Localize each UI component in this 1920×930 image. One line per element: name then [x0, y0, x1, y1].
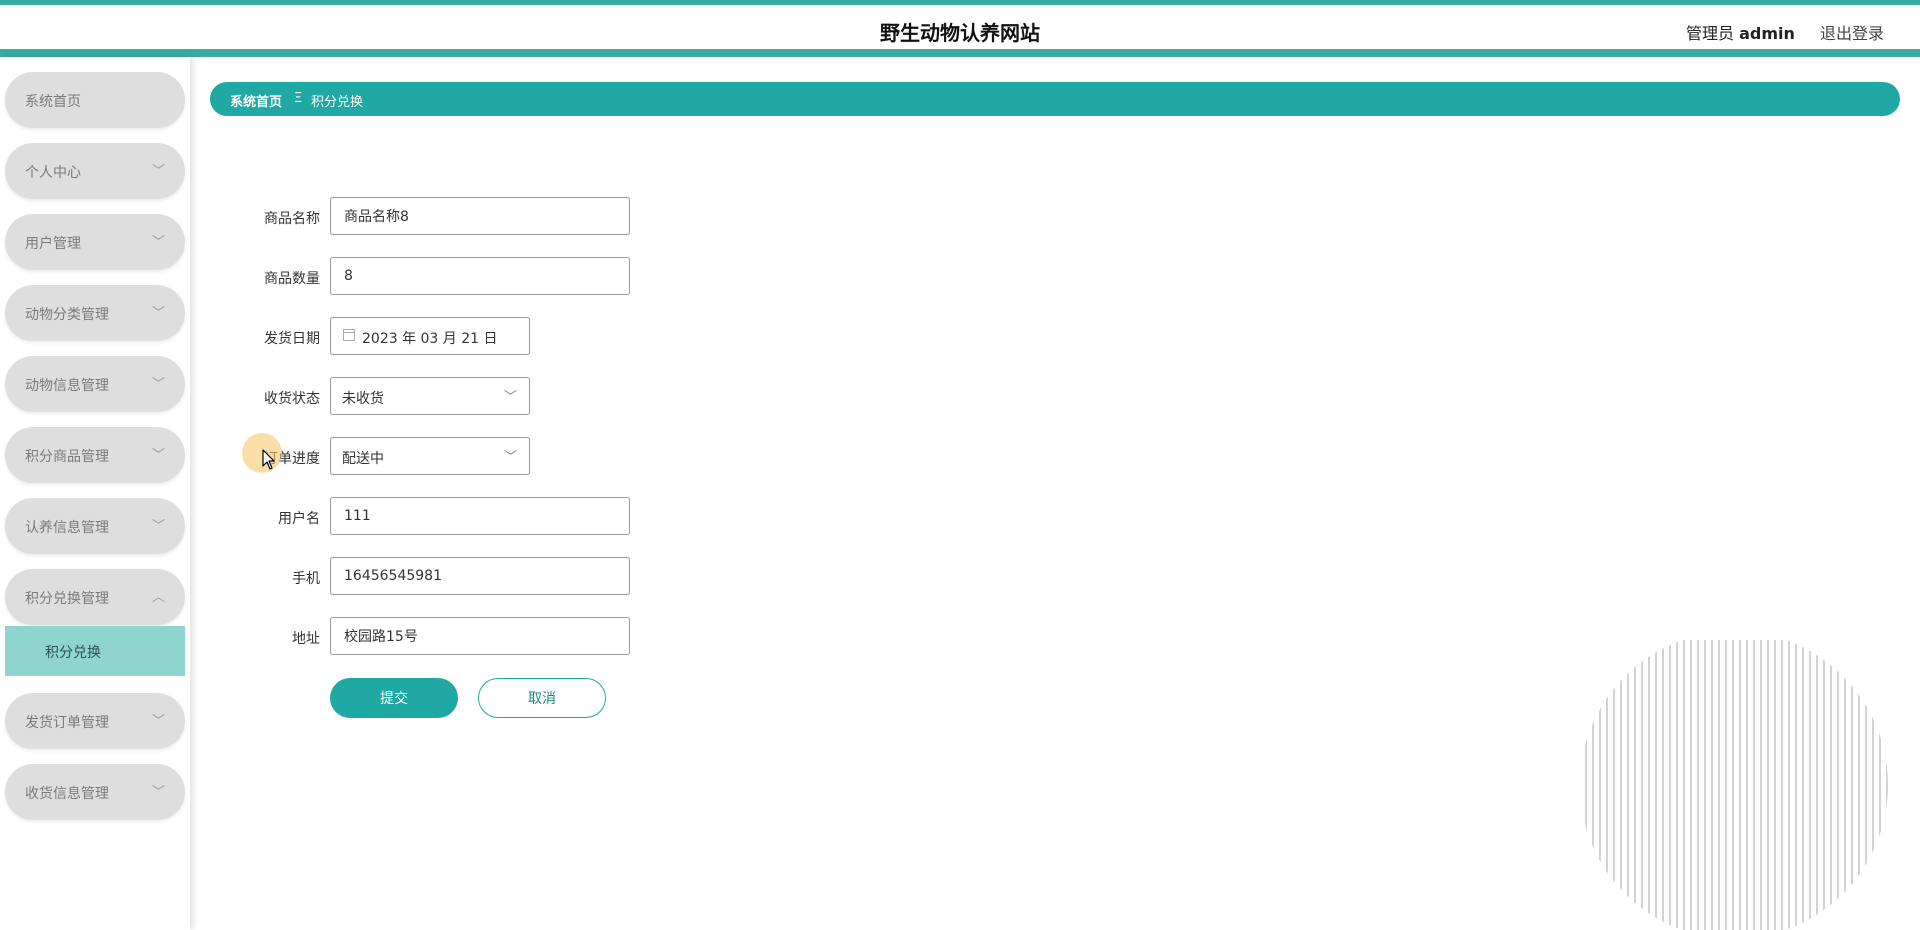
- username-field[interactable]: [330, 497, 630, 535]
- receive-status-label: 收货状态: [264, 391, 320, 407]
- address-input[interactable]: [331, 618, 629, 654]
- ship-date-value: 2023 年 03 月 21 日: [362, 331, 498, 347]
- sidebar-item-label: 用户管理: [25, 236, 81, 252]
- phone-field[interactable]: [330, 557, 630, 595]
- header-bottom-stripe: [0, 49, 1920, 57]
- sidebar-item-label: 系统首页: [25, 94, 81, 110]
- order-progress-select[interactable]: 配送中 ﹀: [330, 437, 530, 475]
- receive-status-value: 未收货: [342, 391, 384, 407]
- sidebar-item-label: 积分商品管理: [25, 449, 109, 465]
- product-name-input[interactable]: [331, 198, 629, 234]
- cancel-button[interactable]: 取消: [478, 678, 606, 718]
- user-name: admin: [1739, 24, 1795, 43]
- breadcrumb-home[interactable]: 系统首页: [230, 91, 282, 110]
- sidebar-subitem-label: 积分兑换: [45, 645, 101, 661]
- quantity-input[interactable]: [331, 258, 629, 294]
- order-progress-value: 配送中: [342, 451, 384, 467]
- breadcrumb: 系统首页 Ξ 积分兑换: [210, 82, 1900, 116]
- receive-status-select[interactable]: 未收货 ﹀: [330, 377, 530, 415]
- sidebar-item-user-management[interactable]: 用户管理 ﹀: [5, 214, 185, 270]
- chevron-down-icon: ﹀: [151, 448, 165, 463]
- chevron-down-icon: ﹀: [151, 377, 165, 392]
- address-field[interactable]: [330, 617, 630, 655]
- sidebar-item-label: 积分兑换管理: [25, 591, 109, 607]
- sidebar-item-points-products[interactable]: 积分商品管理 ﹀: [5, 427, 185, 483]
- sidebar-item-receipt-info[interactable]: 收货信息管理 ﹀: [5, 764, 185, 820]
- sidebar-item-animal-category[interactable]: 动物分类管理 ﹀: [5, 285, 185, 341]
- product-name-field[interactable]: [330, 197, 630, 235]
- sidebar-subitem-points-exchange[interactable]: 积分兑换: [5, 626, 185, 676]
- chevron-down-icon: ﹀: [503, 390, 517, 405]
- sidebar-item-label: 动物信息管理: [25, 378, 109, 394]
- chevron-down-icon: ﹀: [151, 306, 165, 321]
- submit-button[interactable]: 提交: [330, 678, 458, 718]
- quantity-field[interactable]: [330, 257, 630, 295]
- address-label: 地址: [292, 631, 320, 647]
- chevron-up-icon: ︿: [151, 590, 165, 605]
- sidebar-item-label: 发货订单管理: [25, 715, 109, 731]
- chevron-down-icon: ﹀: [151, 785, 165, 800]
- sidebar-item-points-exchange[interactable]: 积分兑换管理 ︿: [5, 569, 185, 625]
- sidebar-item-personal-center[interactable]: 个人中心 ﹀: [5, 143, 185, 199]
- phone-label: 手机: [292, 571, 320, 587]
- user-role: 管理员: [1686, 24, 1735, 43]
- ship-date-label: 发货日期: [264, 331, 320, 347]
- sidebar-item-label: 认养信息管理: [25, 520, 109, 536]
- chevron-down-icon: ﹀: [151, 164, 165, 179]
- sidebar-item-adoption-info[interactable]: 认养信息管理 ﹀: [5, 498, 185, 554]
- product-name-label: 商品名称: [264, 211, 320, 227]
- header: 野生动物认养网站 管理员 admin 退出登录: [0, 5, 1920, 49]
- calendar-icon: [343, 329, 355, 341]
- username-input[interactable]: [331, 498, 629, 534]
- quantity-label: 商品数量: [264, 271, 320, 287]
- mouse-cursor-icon: [262, 449, 275, 470]
- sidebar-item-label: 动物分类管理: [25, 307, 109, 323]
- phone-input[interactable]: [331, 558, 629, 594]
- decorative-stripe-circle: [1580, 640, 1888, 930]
- username-label: 用户名: [278, 511, 320, 527]
- chevron-down-icon: ﹀: [151, 235, 165, 250]
- ship-date-picker[interactable]: 2023 年 03 月 21 日: [330, 317, 530, 355]
- sidebar: 系统首页 个人中心 ﹀ 用户管理 ﹀ 动物分类管理 ﹀ 动物信息管理 ﹀ 积分商…: [0, 57, 190, 930]
- breadcrumb-current: 积分兑换: [311, 95, 364, 110]
- sidebar-item-home[interactable]: 系统首页: [5, 72, 185, 128]
- chevron-down-icon: ﹀: [503, 450, 517, 465]
- chevron-down-icon: ﹀: [151, 519, 165, 534]
- sidebar-item-animal-info[interactable]: 动物信息管理 ﹀: [5, 356, 185, 412]
- logout-link[interactable]: 退出登录: [1820, 20, 1884, 44]
- site-title: 野生动物认养网站: [880, 21, 1040, 45]
- user-info: 管理员 admin: [1686, 20, 1795, 44]
- sidebar-item-label: 收货信息管理: [25, 786, 109, 802]
- sidebar-item-shipping-orders[interactable]: 发货订单管理 ﹀: [5, 693, 185, 749]
- sidebar-item-label: 个人中心: [25, 165, 81, 181]
- breadcrumb-separator: Ξ: [294, 91, 303, 106]
- chevron-down-icon: ﹀: [151, 714, 165, 729]
